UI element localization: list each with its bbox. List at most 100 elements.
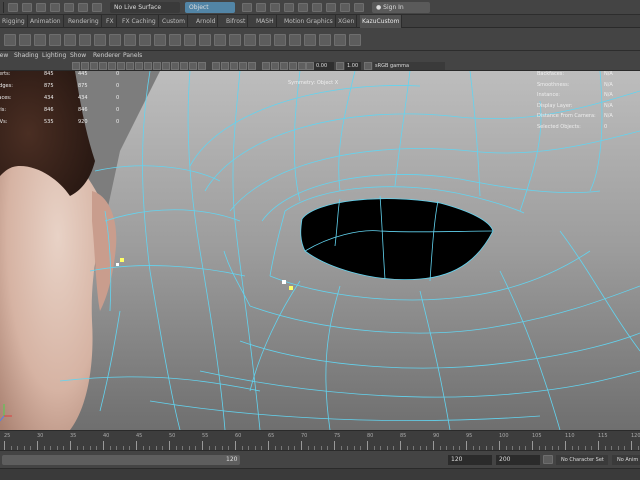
panel-menu-view[interactable]: View xyxy=(0,51,8,61)
animation-end-field[interactable]: 120 xyxy=(448,455,492,465)
shelf-tool-icon[interactable] xyxy=(139,34,151,46)
panel-tool-icon[interactable] xyxy=(108,62,116,70)
panel-tool-icon[interactable] xyxy=(126,62,134,70)
shelf-tool-icon[interactable] xyxy=(154,34,166,46)
panel-menu-show[interactable]: Show xyxy=(70,51,86,61)
history-icon[interactable] xyxy=(242,3,252,12)
panel-tool-icon[interactable] xyxy=(248,62,256,70)
range-slider[interactable]: 120 xyxy=(2,455,240,465)
shelf-tool-icon[interactable] xyxy=(64,34,76,46)
panel-tool-icon[interactable] xyxy=(180,62,188,70)
shelf-tool-icon[interactable] xyxy=(259,34,271,46)
shelf-tab-animation[interactable]: Animation xyxy=(28,15,64,28)
object-select-dropdown[interactable]: Object xyxy=(185,2,235,13)
vertex-marker[interactable] xyxy=(282,280,286,284)
render-view-icon[interactable] xyxy=(312,3,322,12)
render-frame-icon[interactable] xyxy=(256,3,266,12)
panel-tool-icon[interactable] xyxy=(239,62,247,70)
sign-in-button[interactable]: ● Sign In xyxy=(372,2,430,13)
shelf-tool-icon[interactable] xyxy=(229,34,241,46)
shelf-tab-rigging[interactable]: Rigging xyxy=(0,15,28,28)
panel-menu-lighting[interactable]: Lighting xyxy=(42,51,66,61)
vertex-marker[interactable] xyxy=(120,258,124,262)
panel-tool-icon[interactable] xyxy=(153,62,161,70)
shelf-tab-motion-graphics[interactable]: Motion Graphics xyxy=(282,15,336,28)
perspective-viewport[interactable]: Verts: 845 445 0 Edges: 875 875 0 Faces: 434 434 0 T… xyxy=(0,71,640,430)
shelf-tab-mash[interactable]: MASH xyxy=(254,15,277,28)
panel-tool-icon[interactable] xyxy=(198,62,206,70)
shelf-tool-icon[interactable] xyxy=(319,34,331,46)
shelf-tool-icon[interactable] xyxy=(214,34,226,46)
panel-tool-icon[interactable] xyxy=(72,62,80,70)
shelf-tool-icon[interactable] xyxy=(304,34,316,46)
command-line[interactable] xyxy=(0,468,640,480)
panel-tool-icon[interactable] xyxy=(262,62,270,70)
panel-tool-icon[interactable] xyxy=(336,62,344,70)
ipr-render-icon[interactable] xyxy=(270,3,280,12)
panel-tool-icon[interactable] xyxy=(364,62,372,70)
panel-tool-icon[interactable] xyxy=(212,62,220,70)
shelf-tool-icon[interactable] xyxy=(4,34,16,46)
shelf-tab-fx-caching[interactable]: FX Caching xyxy=(120,15,159,28)
panel-tool-icon[interactable] xyxy=(171,62,179,70)
paint-select-icon[interactable] xyxy=(50,3,60,12)
shelf-tool-icon[interactable] xyxy=(49,34,61,46)
shelf-tool-icon[interactable] xyxy=(274,34,286,46)
shelf-tool-icon[interactable] xyxy=(349,34,361,46)
panel-menu-panels[interactable]: Panels xyxy=(123,51,142,61)
panel-tool-icon[interactable] xyxy=(230,62,238,70)
vertex-marker[interactable] xyxy=(116,263,119,266)
shelf-tool-icon[interactable] xyxy=(199,34,211,46)
panel-tool-icon[interactable] xyxy=(81,62,89,70)
panel-tool-icon[interactable] xyxy=(221,62,229,70)
panel-tool-icon[interactable] xyxy=(90,62,98,70)
shelf-tool-icon[interactable] xyxy=(184,34,196,46)
shelf-tab-rendering[interactable]: Rendering xyxy=(66,15,102,28)
anim-layer-dropdown[interactable]: No Anim xyxy=(612,455,640,465)
panel-menu-renderer[interactable]: Renderer xyxy=(93,51,120,61)
character-set-icon[interactable] xyxy=(543,455,553,464)
modeling-toolkit-icon[interactable] xyxy=(354,3,364,12)
shelf-tool-icon[interactable] xyxy=(19,34,31,46)
panel-tool-icon[interactable] xyxy=(306,62,314,70)
live-surface-field[interactable]: No Live Surface xyxy=(110,2,180,13)
shelf-tab-kazucustom[interactable]: KazuCustom xyxy=(360,15,403,28)
shelf-tab-xgen[interactable]: XGen xyxy=(336,15,358,28)
channel-box-icon[interactable] xyxy=(340,3,350,12)
color-space-dropdown[interactable]: sRGB gamma xyxy=(373,62,445,70)
shelf-tab-custom[interactable]: Custom xyxy=(160,15,188,28)
shelf-tool-icon[interactable] xyxy=(79,34,91,46)
shelf-tool-icon[interactable] xyxy=(334,34,346,46)
menu-set-icon[interactable] xyxy=(8,3,18,12)
character-set-dropdown[interactable]: No Character Set xyxy=(556,455,608,465)
shelf-tool-icon[interactable] xyxy=(244,34,256,46)
panel-menu-shading[interactable]: Shading xyxy=(14,51,38,61)
shelf-tool-icon[interactable] xyxy=(34,34,46,46)
panel-tool-icon[interactable] xyxy=(280,62,288,70)
panel-tool-icon[interactable] xyxy=(99,62,107,70)
max-time-field[interactable]: 200 xyxy=(496,455,540,465)
shelf-tab-fx[interactable]: FX xyxy=(104,15,117,28)
shelf-tool-icon[interactable] xyxy=(109,34,121,46)
snap-curve-icon[interactable] xyxy=(78,3,88,12)
lasso-icon[interactable] xyxy=(36,3,46,12)
panel-tool-icon[interactable] xyxy=(117,62,125,70)
panel-tool-icon[interactable] xyxy=(189,62,197,70)
exposure-field[interactable]: 0.00 xyxy=(314,62,334,70)
shelf-tool-icon[interactable] xyxy=(94,34,106,46)
time-slider[interactable]: 25 30 35 40 45 50 55 60 65 70 75 80 85 90 95 100 105 110 1… xyxy=(0,430,640,450)
panel-tool-icon[interactable] xyxy=(144,62,152,70)
shelf-tool-icon[interactable] xyxy=(169,34,181,46)
shelf-tab-arnold[interactable]: Arnold xyxy=(194,15,219,28)
shelf-tool-icon[interactable] xyxy=(124,34,136,46)
new-scene-icon[interactable] xyxy=(22,3,32,12)
attribute-editor-icon[interactable] xyxy=(326,3,336,12)
vertex-marker[interactable] xyxy=(289,286,293,290)
panel-tool-icon[interactable] xyxy=(298,62,306,70)
panel-tool-icon[interactable] xyxy=(162,62,170,70)
shelf-tool-icon[interactable] xyxy=(289,34,301,46)
panel-tool-icon[interactable] xyxy=(289,62,297,70)
gamma-field[interactable]: 1.00 xyxy=(345,62,361,70)
snap-point-icon[interactable] xyxy=(92,3,102,12)
snap-grid-icon[interactable] xyxy=(64,3,74,12)
